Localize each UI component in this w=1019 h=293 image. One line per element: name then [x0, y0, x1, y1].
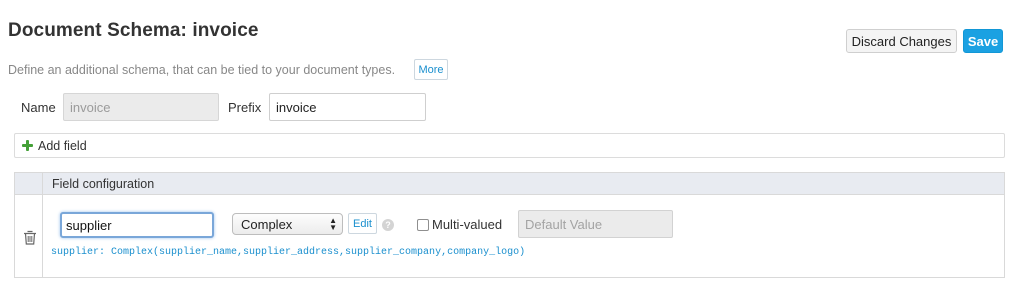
field-configuration-header: Field configuration	[52, 177, 155, 191]
field-configuration-table: Field configuration Complex ▲▼ Edit ? Mu…	[14, 172, 1005, 278]
field-type-value: Complex	[241, 216, 293, 232]
more-button[interactable]: More	[414, 59, 448, 80]
row-delete-cell	[15, 195, 43, 277]
name-input[interactable]	[63, 93, 219, 121]
prefix-input[interactable]	[269, 93, 426, 121]
field-name-input[interactable]	[60, 212, 214, 238]
multivalued-checkbox[interactable]	[417, 219, 429, 231]
save-button[interactable]: Save	[963, 29, 1003, 53]
add-field-label: Add field	[38, 138, 87, 153]
multivalued-label[interactable]: Multi-valued	[432, 217, 502, 232]
page-title: Document Schema: invoice	[8, 20, 259, 41]
prefix-label: Prefix	[228, 100, 262, 115]
page-description: Define an additional schema, that can be…	[8, 63, 396, 77]
name-label: Name	[21, 100, 56, 115]
discard-changes-button[interactable]: Discard Changes	[846, 29, 957, 53]
select-arrows-icon: ▲ ▼	[329, 216, 337, 232]
plus-icon	[22, 140, 33, 151]
edit-button[interactable]: Edit	[348, 213, 377, 234]
header-spacer	[15, 173, 43, 195]
add-field-button[interactable]: Add field	[14, 133, 1005, 158]
field-type-select[interactable]: Complex ▲ ▼	[232, 213, 343, 235]
table-header: Field configuration	[15, 173, 1004, 195]
default-value-input[interactable]	[518, 210, 673, 238]
trash-icon[interactable]	[23, 230, 37, 245]
help-icon[interactable]: ?	[382, 219, 394, 231]
schema-definition-text: supplier: Complex(supplier_name,supplier…	[51, 247, 526, 258]
